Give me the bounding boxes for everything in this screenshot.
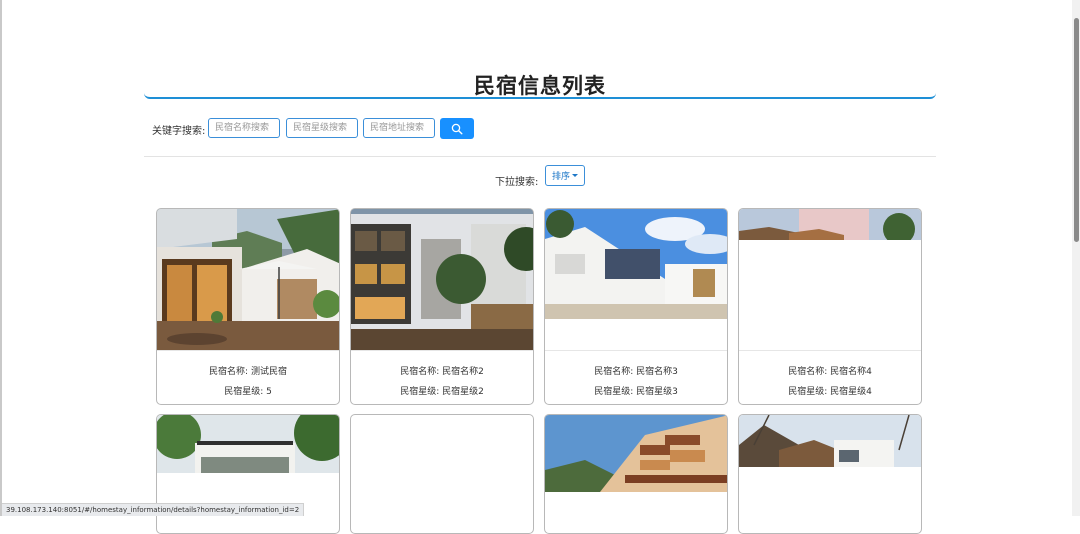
homestay-photo	[351, 209, 533, 350]
page-scrollbar[interactable]	[1072, 0, 1080, 516]
homestay-card[interactable]	[350, 414, 534, 534]
homestay-card[interactable]: 民宿名称: 测试民宿 民宿星级: 5	[156, 208, 340, 405]
homestay-info: 民宿名称: 测试民宿 民宿星级: 5	[157, 350, 339, 404]
dropdown-search-label: 下拉搜索:	[495, 177, 539, 188]
title-underline	[144, 93, 936, 99]
caret-down-icon	[572, 174, 578, 177]
homestay-card[interactable]	[156, 414, 340, 534]
homestay-photo	[157, 209, 339, 350]
homestay-star: 民宿星级: 民宿星级2	[400, 387, 484, 397]
homestay-name: 民宿名称: 民宿名称4	[788, 367, 872, 377]
homestay-card[interactable]: 民宿名称: 民宿名称4 民宿星级: 民宿星级4	[738, 208, 922, 405]
homestay-card[interactable]	[544, 414, 728, 534]
window-left-edge	[0, 0, 2, 516]
sort-label: 排序	[552, 171, 571, 181]
search-icon	[451, 123, 463, 135]
keyword-search-label: 关键字搜索:	[152, 126, 206, 137]
homestay-photo	[739, 209, 921, 240]
homestay-info: 民宿名称: 民宿名称2 民宿星级: 民宿星级2	[351, 350, 533, 404]
search-divider	[144, 156, 936, 157]
homestay-card[interactable]: 民宿名称: 民宿名称2 民宿星级: 民宿星级2	[350, 208, 534, 405]
homestay-address-search-input[interactable]	[363, 118, 435, 138]
homestay-name: 民宿名称: 测试民宿	[209, 367, 287, 377]
homestay-info: 民宿名称: 民宿名称3 民宿星级: 民宿星级3	[545, 350, 727, 404]
homestay-card[interactable]: 民宿名称: 民宿名称3 民宿星级: 民宿星级3	[544, 208, 728, 405]
status-bar-url: 39.108.173.140:8051/#/homestay_informati…	[2, 503, 305, 516]
homestay-info: 民宿名称: 民宿名称4 民宿星级: 民宿星级4	[739, 350, 921, 404]
homestay-card[interactable]	[738, 414, 922, 534]
homestay-photo	[545, 209, 727, 319]
homestay-star-search-input[interactable]	[286, 118, 358, 138]
homestay-photo	[545, 415, 727, 492]
homestay-name-search-input[interactable]	[208, 118, 280, 138]
homestay-star: 民宿星级: 民宿星级4	[788, 387, 872, 397]
search-button[interactable]	[440, 118, 474, 139]
sort-dropdown-button[interactable]: 排序	[545, 165, 585, 186]
homestay-star: 民宿星级: 民宿星级3	[594, 387, 678, 397]
scrollbar-thumb[interactable]	[1074, 18, 1079, 242]
homestay-name: 民宿名称: 民宿名称3	[594, 367, 678, 377]
homestay-name: 民宿名称: 民宿名称2	[400, 367, 484, 377]
homestay-photo	[157, 415, 339, 473]
homestay-star: 民宿星级: 5	[224, 387, 272, 397]
homestay-photo	[739, 415, 921, 467]
